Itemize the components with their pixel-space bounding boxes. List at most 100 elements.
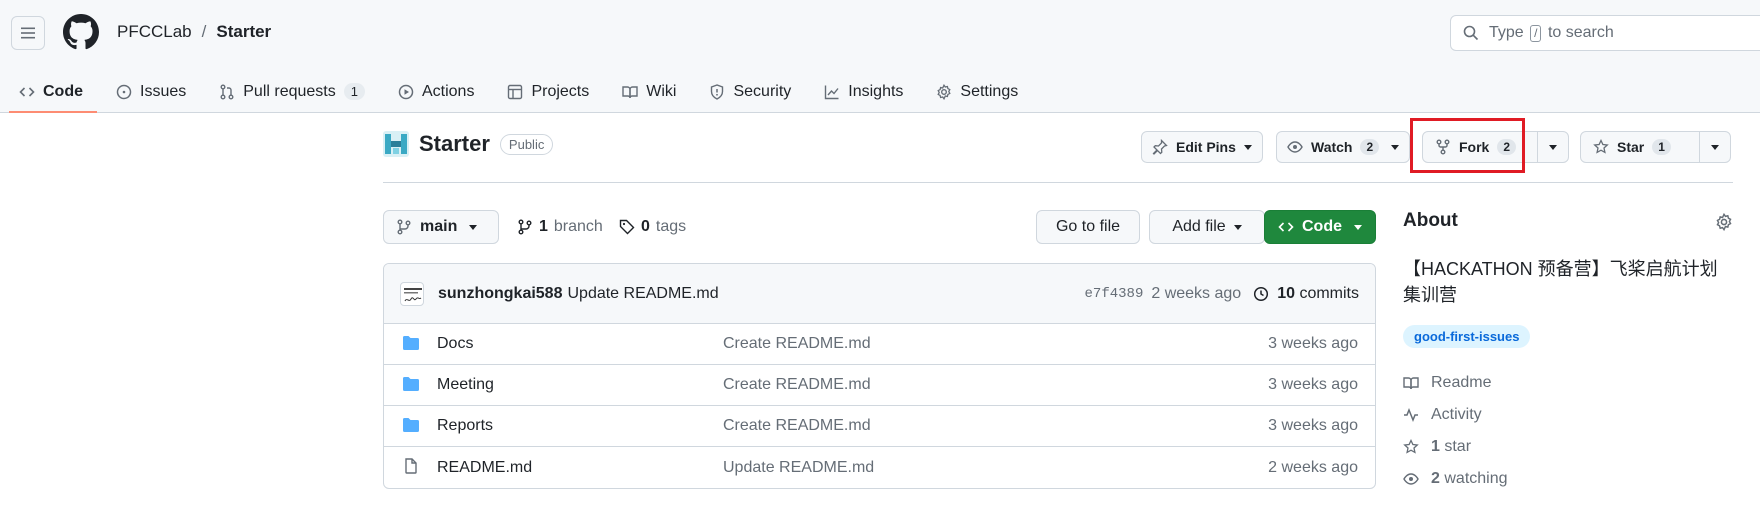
star-count: 1 [1652, 139, 1671, 155]
tab-projects[interactable]: Projects [507, 70, 603, 113]
branch-count-link[interactable]: 1 branch [517, 218, 603, 236]
tag-icon [619, 219, 635, 235]
tab-wiki[interactable]: Wiki [622, 70, 690, 113]
file-table: sunzhongkai588 Update README.md e7f4389 … [383, 263, 1376, 489]
repo-avatar-icon [383, 131, 409, 157]
gear-icon[interactable] [1715, 213, 1733, 231]
activity-link[interactable]: Activity [1403, 406, 1482, 424]
star-dropdown-button[interactable] [1700, 132, 1730, 162]
folder-icon [403, 418, 419, 432]
file-row[interactable]: Reports Create README.md 3 weeks ago [384, 406, 1375, 447]
edit-pins-button[interactable]: Edit Pins [1141, 131, 1263, 163]
book-icon [1403, 377, 1419, 390]
play-icon [398, 84, 414, 99]
watch-count: 2 [1360, 139, 1380, 155]
chevron-down-icon [1549, 144, 1558, 150]
fork-dropdown-button[interactable] [1538, 132, 1568, 162]
file-name[interactable]: Reports [437, 417, 493, 435]
avatar[interactable] [400, 281, 424, 306]
hamburger-icon [21, 27, 35, 39]
eye-icon [1403, 473, 1419, 485]
tab-code[interactable]: Code [9, 70, 97, 113]
pulse-icon [1404, 407, 1418, 423]
tab-insights[interactable]: Insights [824, 70, 917, 113]
search-icon [1463, 25, 1479, 41]
star-button[interactable]: Star 1 [1581, 132, 1692, 162]
file-row[interactable]: Docs Create README.md 3 weeks ago [384, 324, 1375, 365]
shield-icon [711, 83, 724, 100]
repo-tabs: Code Issues Pull requests 1 Actions Proj… [0, 70, 1032, 113]
pull-request-icon [220, 84, 234, 99]
go-to-file-button[interactable]: Go to file [1036, 210, 1140, 244]
topic-tag[interactable]: good-first-issues [1403, 325, 1531, 348]
about-sidebar: About 【HACKATHON 预备营】飞桨启航计划集训营 good-firs… [1403, 210, 1733, 487]
repo-description: 【HACKATHON 预备营】飞桨启航计划集训营 [1403, 259, 1718, 305]
file-name[interactable]: Meeting [437, 376, 494, 394]
about-title: About [1403, 210, 1458, 231]
star-button-group: Star 1 [1580, 131, 1731, 163]
latest-commit-row: sunzhongkai588 Update README.md e7f4389 … [384, 264, 1375, 324]
book-icon [622, 85, 638, 98]
commit-author[interactable]: sunzhongkai588 [438, 285, 562, 303]
search-placeholder: Type / to search [1489, 24, 1614, 42]
file-row[interactable]: README.md Update README.md 2 weeks ago [384, 447, 1375, 488]
watching-link[interactable]: 2 watching [1403, 470, 1508, 488]
issue-icon [116, 84, 132, 99]
graph-icon [825, 85, 839, 99]
pin-icon [1152, 139, 1168, 155]
tags-link[interactable]: 0 tags [619, 218, 686, 236]
file-name[interactable]: README.md [437, 459, 532, 477]
watch-button[interactable]: Watch 2 [1276, 131, 1411, 163]
repo-title-row: Starter Public [383, 131, 554, 157]
branch-icon [518, 219, 532, 235]
breadcrumb-separator: / [201, 22, 207, 41]
gear-icon [937, 83, 952, 100]
branch-icon [397, 219, 411, 235]
header-divider [383, 182, 1733, 183]
github-logo-icon[interactable] [63, 14, 99, 50]
breadcrumb-org[interactable]: PFCCLab [117, 22, 192, 42]
repo-name[interactable]: Starter [419, 131, 490, 157]
file-commit-message[interactable]: Create README.md [723, 335, 871, 353]
folder-icon [403, 377, 419, 391]
file-commit-time: 3 weeks ago [1268, 335, 1358, 352]
tab-pull-requests[interactable]: Pull requests 1 [219, 70, 379, 113]
search-input[interactable]: Type / to search [1450, 15, 1760, 51]
commit-meta: e7f4389 2 weeks ago 10 commits [1085, 285, 1359, 303]
tab-issues[interactable]: Issues [116, 70, 200, 113]
chevron-down-icon [1233, 224, 1242, 230]
branch-select[interactable]: main [383, 210, 499, 244]
breadcrumb: PFCCLab / Starter [117, 22, 271, 42]
file-name[interactable]: Docs [437, 335, 473, 353]
stars-link[interactable]: 1 star [1403, 438, 1471, 456]
readme-link[interactable]: Readme [1403, 374, 1491, 392]
tab-security[interactable]: Security [709, 70, 805, 113]
commits-link[interactable]: 10 commits [1277, 285, 1359, 303]
code-icon [1278, 222, 1294, 232]
search-shortcut-key: / [1530, 25, 1542, 42]
chevron-down-icon [1354, 224, 1362, 230]
file-row[interactable]: Meeting Create README.md 3 weeks ago [384, 365, 1375, 406]
commit-message[interactable]: Update README.md [567, 285, 718, 303]
repo-header: PFCCLab / Starter Type / to search Code … [0, 0, 1760, 113]
tab-settings[interactable]: Settings [936, 70, 1032, 113]
chevron-down-icon [1243, 144, 1252, 150]
table-icon [508, 84, 523, 99]
tab-actions[interactable]: Actions [398, 70, 488, 113]
file-commit-message[interactable]: Create README.md [723, 417, 871, 435]
code-icon [19, 86, 35, 97]
commit-time: 2 weeks ago [1151, 284, 1242, 302]
file-commit-message[interactable]: Update README.md [723, 459, 874, 477]
commit-sha[interactable]: e7f4389 [1085, 286, 1144, 302]
file-commit-time: 2 weeks ago [1268, 458, 1358, 476]
menu-button[interactable] [11, 16, 45, 50]
file-commit-time: 3 weeks ago [1268, 376, 1358, 393]
add-file-button[interactable]: Add file [1149, 210, 1265, 244]
file-commit-time: 3 weeks ago [1268, 417, 1358, 434]
history-icon [1254, 286, 1269, 301]
star-icon [1403, 439, 1419, 454]
code-button[interactable]: Code [1264, 210, 1376, 244]
pull-requests-count: 1 [343, 83, 365, 100]
breadcrumb-repo[interactable]: Starter [216, 22, 271, 42]
file-commit-message[interactable]: Create README.md [723, 376, 871, 394]
